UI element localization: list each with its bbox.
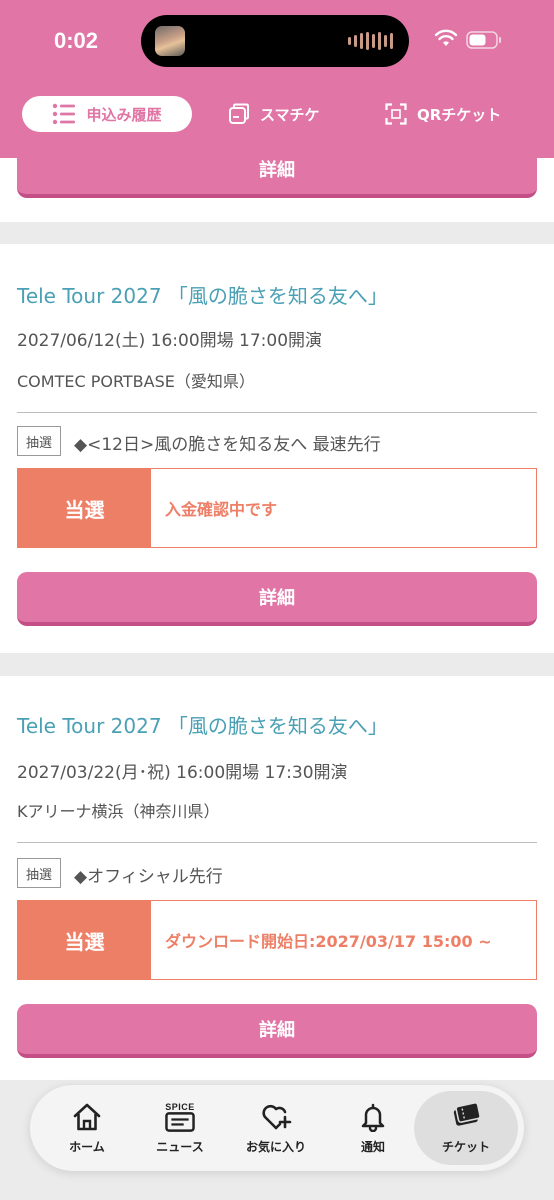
- event-title[interactable]: Tele Tour 2027 「風の脆さを知る友へ」: [17, 710, 388, 739]
- entry-card: Tele Tour 2027 「風の脆さを知る友へ」 2027/06/12(土)…: [0, 244, 554, 653]
- event-venue: COMTEC PORTBASE（愛知県）: [17, 372, 255, 391]
- nav-label: お気に入り: [245, 1139, 306, 1154]
- header-tabs: 申込み履歴 スマチケ QRチケット: [0, 96, 554, 132]
- spice-logo: SPICE: [165, 1101, 195, 1112]
- result-label: 当選: [18, 469, 151, 547]
- lottery-result-box: 当選 ダウンロード開始日:2027/03/17 15:00 ~: [17, 900, 537, 980]
- nav-label: チケット: [441, 1139, 490, 1154]
- lottery-name: ◆<12日>風の脆さを知る友へ 最速先行: [74, 435, 381, 455]
- event-title[interactable]: Tele Tour 2027 「風の脆さを知る友へ」: [17, 280, 388, 309]
- result-status: ダウンロード開始日:2027/03/17 15:00 ~: [165, 932, 492, 951]
- divider: [17, 412, 537, 413]
- nav-notifications[interactable]: 通知: [324, 1091, 422, 1165]
- dynamic-island[interactable]: [141, 15, 409, 67]
- nav-label: ニュース: [156, 1139, 204, 1154]
- tab-application-history[interactable]: 申込み履歴: [22, 96, 192, 132]
- list-icon: [53, 103, 76, 125]
- now-playing-artwork: [155, 26, 185, 56]
- event-venue: Kアリーナ横浜（神奈川県）: [17, 802, 220, 821]
- lottery-result-box: 当選 入金確認中です: [17, 468, 537, 548]
- battery-icon: [466, 31, 501, 49]
- event-datetime: 2027/03/22(月･祝) 16:00開場 17:30開演: [17, 763, 348, 783]
- news-icon: [165, 1111, 195, 1132]
- app-header: 0:02 申込み履歴 スマチケ QRチケット: [0, 0, 554, 158]
- nav-label: 通知: [360, 1139, 385, 1154]
- status-time: 0:02: [54, 28, 99, 53]
- nav-news[interactable]: SPICE ニュース: [131, 1091, 229, 1165]
- divider: [17, 842, 537, 843]
- nav-home[interactable]: ホーム: [38, 1091, 136, 1165]
- lottery-type-badge: 抽選: [17, 426, 62, 456]
- wifi-icon: [434, 29, 458, 46]
- lottery-name: ◆オフィシャル先行: [74, 867, 223, 887]
- detail-button[interactable]: 詳細: [17, 572, 537, 626]
- tab-label: スマチケ: [260, 105, 320, 124]
- audio-waveform-icon: [348, 31, 393, 51]
- nav-ticket[interactable]: チケット: [414, 1091, 518, 1165]
- bell-icon: [361, 1103, 385, 1132]
- qr-scan-icon: [385, 103, 407, 125]
- result-status: 入金確認中です: [165, 500, 278, 519]
- tab-label: 申込み履歴: [86, 105, 162, 124]
- tab-qr-ticket[interactable]: QRチケット: [385, 96, 501, 132]
- nav-favorites[interactable]: お気に入り: [227, 1091, 325, 1165]
- event-datetime: 2027/06/12(土) 16:00開場 17:00開演: [17, 331, 323, 351]
- bottom-navigation: ホーム SPICE ニュース お気に入り 通知 チケット: [30, 1085, 524, 1171]
- ticket-icon: [453, 1101, 481, 1126]
- spice-icon: SPICE: [164, 1102, 196, 1132]
- detail-button[interactable]: 詳細: [17, 1004, 537, 1058]
- entry-card: Tele Tour 2027 「風の脆さを知る友へ」 2027/03/22(月･…: [0, 676, 554, 1080]
- result-label: 当選: [18, 901, 151, 979]
- tab-label: QRチケット: [417, 105, 502, 124]
- home-icon: [73, 1103, 101, 1130]
- lottery-type-badge: 抽選: [17, 858, 62, 888]
- heart-plus-icon: [262, 1104, 292, 1129]
- phone-ticket-icon: [229, 103, 249, 124]
- nav-label: ホーム: [69, 1139, 105, 1154]
- tab-sumachike[interactable]: スマチケ: [228, 96, 320, 132]
